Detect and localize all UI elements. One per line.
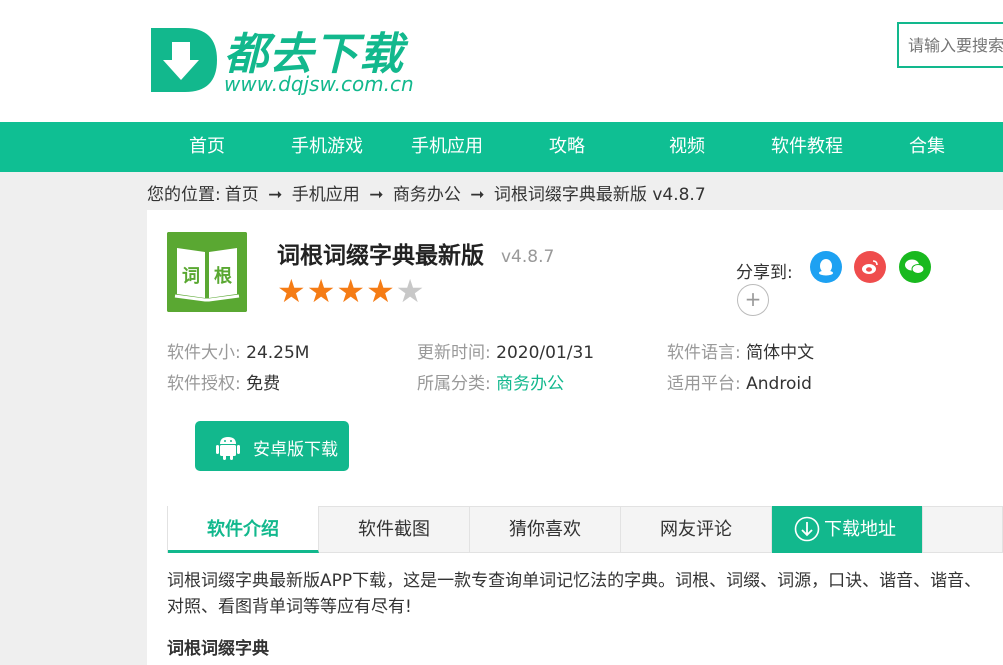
breadcrumb: 您的位置: 首页 ➞ 手机应用 ➞ 商务办公 ➞ 词根词缀字典最新版 v4.8.7 [147, 180, 710, 205]
app-name: 词根词缀字典最新版 [277, 243, 484, 269]
rating-stars: ★★★★★ [277, 274, 425, 308]
star-filled-icon: ★ [277, 272, 307, 310]
breadcrumb-separator: ➞ [268, 185, 283, 205]
star-filled-icon: ★ [306, 272, 337, 310]
android-icon [216, 437, 240, 460]
search-input[interactable] [897, 22, 1003, 68]
info-category-label: 所属分类: [417, 374, 491, 394]
info-platform-value: Android [746, 374, 812, 394]
nav-item-mobile-games[interactable]: 手机游戏 [267, 122, 387, 172]
android-download-button[interactable]: 安卓版下载 [195, 421, 349, 471]
info-language: 软件语言: 简体中文 [667, 338, 814, 363]
share-weibo-button[interactable] [854, 251, 886, 283]
info-license-label: 软件授权: [167, 374, 241, 394]
info-size-value: 24.25M [246, 343, 310, 363]
share-more-button[interactable]: + [737, 284, 769, 316]
nav-item-collections[interactable]: 合集 [867, 122, 987, 172]
info-license-value: 免费 [246, 374, 281, 394]
info-platform: 适用平台: Android [667, 369, 812, 394]
app-icon-book: 词 根 [167, 232, 247, 312]
info-category-link[interactable]: 商务办公 [496, 374, 564, 394]
app-detail-card: 词 根 词根词缀字典最新版 v4.8.7 ★★★★★ 分享到: + 软件大小: … [147, 210, 1003, 665]
star-filled-icon: ★ [366, 272, 396, 310]
info-update-value: 2020/01/31 [496, 343, 595, 363]
nav-item-home[interactable]: 首页 [147, 122, 267, 172]
qq-penguin-icon [819, 259, 833, 276]
info-update: 更新时间: 2020/01/31 [417, 338, 594, 363]
tab-comments[interactable]: 网友评论 [621, 506, 772, 553]
breadcrumb-separator: ➞ [470, 185, 485, 205]
nav-item-mobile-apps[interactable]: 手机应用 [387, 122, 507, 172]
breadcrumb-mobile-apps[interactable]: 手机应用 [292, 185, 360, 205]
info-size-label: 软件大小: [167, 343, 241, 363]
share-qq-button[interactable] [810, 251, 842, 283]
content-tabs: 软件介绍 软件截图 猜你喜欢 网友评论 下载地址 [167, 506, 1003, 553]
breadcrumb-current: 词根词缀字典最新版 v4.8.7 [493, 185, 706, 205]
info-category: 所属分类: 商务办公 [417, 369, 564, 394]
info-platform-label: 适用平台: [667, 374, 741, 394]
download-arrow-icon [794, 516, 820, 542]
app-icon-char-2: 根 [214, 265, 232, 287]
breadcrumb-prefix: 您的位置: [147, 185, 221, 205]
star-filled-icon: ★ [336, 272, 367, 310]
info-size: 软件大小: 24.25M [167, 338, 309, 363]
logo-download-icon[interactable] [147, 22, 219, 94]
info-language-label: 软件语言: [667, 343, 741, 363]
breadcrumb-home[interactable]: 首页 [225, 185, 259, 205]
logo-url[interactable]: www.dqjsw.com.cn [224, 72, 414, 96]
share-wechat-button[interactable] [899, 251, 931, 283]
wechat-icon [905, 259, 925, 274]
tab-download-address[interactable]: 下载地址 [772, 506, 923, 553]
breadcrumb-separator: ➞ [369, 185, 384, 205]
section-subtitle: 词根词缀字典 [167, 639, 269, 659]
weibo-icon [862, 260, 878, 274]
nav-item-tutorials[interactable]: 软件教程 [747, 122, 867, 172]
app-description: 词根词缀字典最新版APP下载，这是一款专查询单词记忆法的字典。词根、词缀、词源，… [167, 571, 982, 617]
breadcrumb-business[interactable]: 商务办公 [393, 185, 461, 205]
app-version: v4.8.7 [501, 247, 555, 267]
share-label: 分享到: [736, 263, 793, 283]
app-icon-char-1: 词 [182, 266, 200, 287]
tab-intro[interactable]: 软件介绍 [168, 506, 319, 553]
info-update-label: 更新时间: [417, 343, 491, 363]
site-header: 都去下载 www.dqjsw.com.cn [0, 0, 1003, 122]
info-license: 软件授权: 免费 [167, 369, 280, 394]
tab-recommendations[interactable]: 猜你喜欢 [470, 506, 621, 553]
info-language-value: 简体中文 [746, 343, 815, 363]
nav-item-videos[interactable]: 视频 [627, 122, 747, 172]
tab-screenshots[interactable]: 软件截图 [319, 506, 470, 553]
android-download-label: 安卓版下载 [253, 440, 338, 460]
nav-item-guides[interactable]: 攻略 [507, 122, 627, 172]
tab-download-address-label: 下载地址 [824, 519, 896, 540]
star-empty-icon: ★ [395, 272, 426, 310]
main-nav: 首页 手机游戏 手机应用 攻略 视频 软件教程 合集 [0, 122, 1003, 172]
